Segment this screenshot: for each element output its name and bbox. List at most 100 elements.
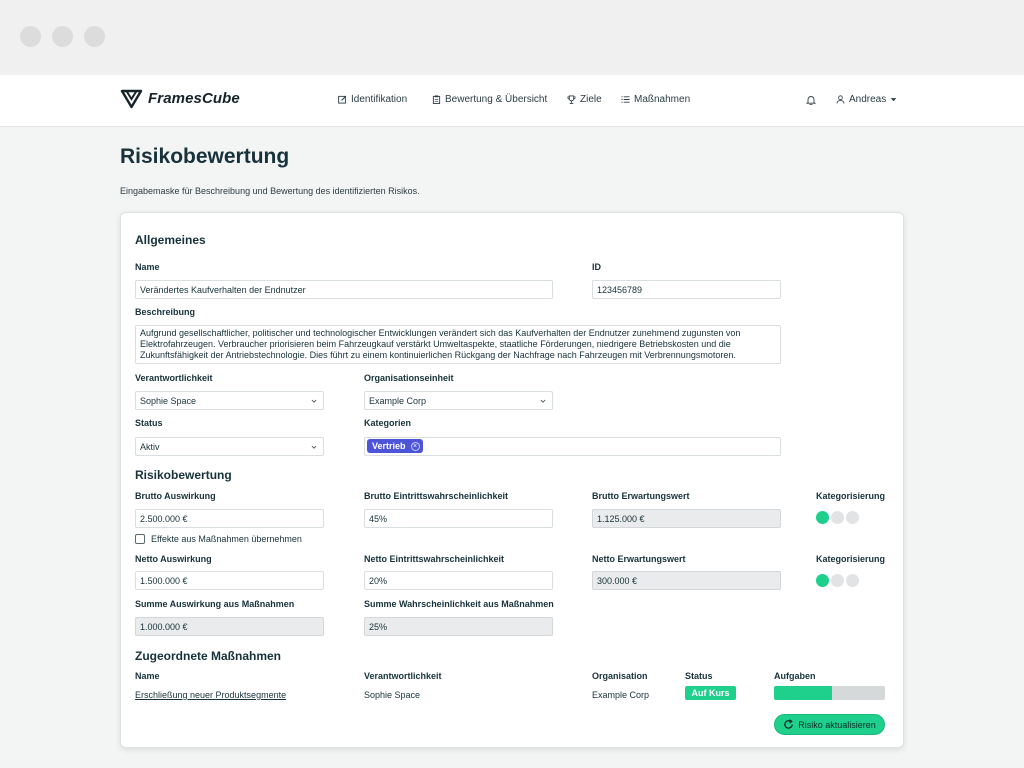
kategorisierung-dot: [846, 511, 859, 524]
aufgaben-progress: [774, 686, 885, 700]
netto-kategorisierung-label: Kategorisierung: [816, 554, 886, 564]
status-value: Aktiv: [140, 441, 160, 452]
organisationseinheit-select[interactable]: Example Corp: [364, 391, 553, 410]
organisationseinheit-value: Example Corp: [369, 395, 427, 406]
col-verantwortlichkeit: Verantwortlichkeit: [364, 671, 442, 681]
chevron-down-icon: [311, 399, 317, 403]
brutto-ew-input[interactable]: 45%: [364, 509, 553, 528]
netto-auswirkung-label: Netto Auswirkung: [135, 554, 212, 564]
window-titlebar: [0, 0, 1024, 75]
status-label: Status: [135, 418, 163, 428]
window-maximize-button[interactable]: [84, 26, 105, 47]
nav-ziele-label: Ziele: [580, 94, 602, 105]
list-icon: [621, 96, 630, 103]
netto-erwartungswert-field: 300.000 €: [592, 571, 781, 590]
organisationseinheit-label: Organisationseinheit: [364, 373, 454, 383]
name-input[interactable]: Verändertes Kaufverhalten der Endnutzer: [135, 280, 553, 299]
col-status: Status: [685, 671, 713, 681]
name-label: Name: [135, 262, 160, 272]
beschreibung-line: Zukunftsfähigkeit der Antriebstechnologi…: [140, 350, 736, 360]
aufgaben-progress-fill: [774, 686, 832, 700]
risiko-aktualisieren-button[interactable]: Risiko aktualisieren: [774, 714, 885, 735]
beschreibung-line: Aufgrund gesellschaftlicher, politischer…: [140, 328, 741, 338]
summe-wahrscheinlichkeit-field: 25%: [364, 617, 553, 636]
verantwortlichkeit-select[interactable]: Sophie Space: [135, 391, 324, 410]
brutto-ew-label: Brutto Eintrittswahrscheinlichkeit: [364, 491, 509, 501]
chevron-down-icon: [311, 445, 317, 449]
user-name: Andreas: [849, 94, 887, 105]
nav-massnahmen[interactable]: Maßnahmen: [621, 94, 690, 105]
kategorisierung-dot: [816, 574, 829, 587]
beschreibung-textarea[interactable]: Aufgrund gesellschaftlicher, politischer…: [135, 325, 781, 364]
netto-kategorisierung-indicator: [816, 574, 859, 587]
clipboard-icon: [432, 95, 441, 104]
kategorie-chip-label: Vertrieb: [372, 441, 406, 451]
col-aufgaben: Aufgaben: [774, 671, 816, 681]
netto-auswirkung-input[interactable]: 1.500.000 €: [135, 571, 324, 590]
framescube-logo-icon: [120, 89, 143, 109]
kategorie-chip[interactable]: Vertrieb ×: [367, 439, 423, 453]
netto-ew-input[interactable]: 20%: [364, 571, 553, 590]
effekte-checkbox[interactable]: [135, 534, 145, 544]
nav-bewertung[interactable]: Bewertung & Übersicht: [432, 94, 547, 105]
brutto-kategorisierung-indicator: [816, 511, 859, 524]
summe-auswirkung-field: 1.000.000 €: [135, 617, 324, 636]
status-badge: Auf Kurs: [685, 686, 736, 700]
kategorien-label: Kategorien: [364, 418, 412, 428]
col-name: Name: [135, 671, 160, 681]
risk-form-card: Allgemeines Name Verändertes Kaufverhalt…: [120, 212, 904, 748]
nav-ziele[interactable]: Ziele: [567, 94, 602, 105]
page-subtitle: Eingabemaske für Beschreibung und Bewert…: [120, 186, 420, 196]
brutto-auswirkung-label: Brutto Auswirkung: [135, 491, 216, 501]
netto-erwartungswert-label: Netto Erwartungswert: [592, 554, 686, 564]
user-menu[interactable]: Andreas: [836, 94, 897, 105]
logo[interactable]: FramesCube: [120, 88, 240, 109]
brutto-erwartungswert-label: Brutto Erwartungswert: [592, 491, 690, 501]
verantwortlichkeit-label: Verantwortlichkeit: [135, 373, 213, 383]
massnahme-link[interactable]: Erschließung neuer Produktsegmente: [135, 690, 286, 700]
bell-icon: [806, 96, 816, 105]
nav-identifikation[interactable]: Identifikation: [338, 94, 407, 105]
netto-ew-label: Netto Eintrittswahrscheinlichkeit: [364, 554, 505, 564]
edit-icon: [338, 95, 347, 104]
nav-identifikation-label: Identifikation: [351, 94, 408, 105]
section-allgemeines: Allgemeines: [135, 233, 206, 247]
verantwortlichkeit-value: Sophie Space: [140, 395, 197, 406]
notifications-button[interactable]: [806, 95, 816, 105]
user-icon: [836, 95, 845, 104]
kategorien-input[interactable]: [364, 437, 781, 456]
window-minimize-button[interactable]: [52, 26, 73, 47]
section-massnahmen: Zugeordnete Maßnahmen: [135, 649, 282, 663]
kategorisierung-dot: [831, 574, 844, 587]
id-label: ID: [592, 262, 601, 272]
chevron-down-icon: [540, 399, 546, 403]
nav-massnahmen-label: Maßnahmen: [634, 94, 691, 105]
brutto-kategorisierung-label: Kategorisierung: [816, 491, 886, 501]
kategorisierung-dot: [816, 511, 829, 524]
summe-auswirkung-label: Summe Auswirkung aus Maßnahmen: [135, 599, 295, 609]
beschreibung-label: Beschreibung: [135, 307, 196, 317]
top-navbar: FramesCube Identifikation Bewertung & Üb…: [0, 75, 1024, 127]
app-name: FramesCube: [148, 90, 240, 107]
massnahme-verantwortlichkeit: Sophie Space: [364, 690, 421, 700]
section-risikobewertung: Risikobewertung: [135, 468, 232, 482]
beschreibung-line: Elektrofahrzeugen. Verbraucher priorisie…: [140, 339, 731, 349]
kategorisierung-dot: [831, 511, 844, 524]
col-organisation: Organisation: [592, 671, 648, 681]
status-select[interactable]: Aktiv: [135, 437, 324, 456]
risiko-aktualisieren-label: Risiko aktualisieren: [798, 719, 876, 730]
nav-bewertung-label: Bewertung & Übersicht: [445, 94, 548, 105]
summe-wahrscheinlichkeit-label: Summe Wahrscheinlichkeit aus Maßnahmen: [364, 599, 554, 609]
brutto-erwartungswert-field: 1.125.000 €: [592, 509, 781, 528]
refresh-icon: [784, 719, 794, 729]
massnahme-organisation: Example Corp: [592, 690, 650, 700]
effekte-label: Effekte aus Maßnahmen übernehmen: [151, 534, 302, 544]
kategorisierung-dot: [846, 574, 859, 587]
trophy-icon: [567, 95, 576, 104]
brutto-auswirkung-input[interactable]: 2.500.000 €: [135, 509, 324, 528]
id-input[interactable]: 123456789: [592, 280, 781, 299]
page-title: Risikobewertung: [120, 145, 290, 168]
caret-down-icon: [890, 98, 897, 102]
remove-chip-icon[interactable]: ×: [410, 441, 420, 451]
window-close-button[interactable]: [20, 26, 41, 47]
